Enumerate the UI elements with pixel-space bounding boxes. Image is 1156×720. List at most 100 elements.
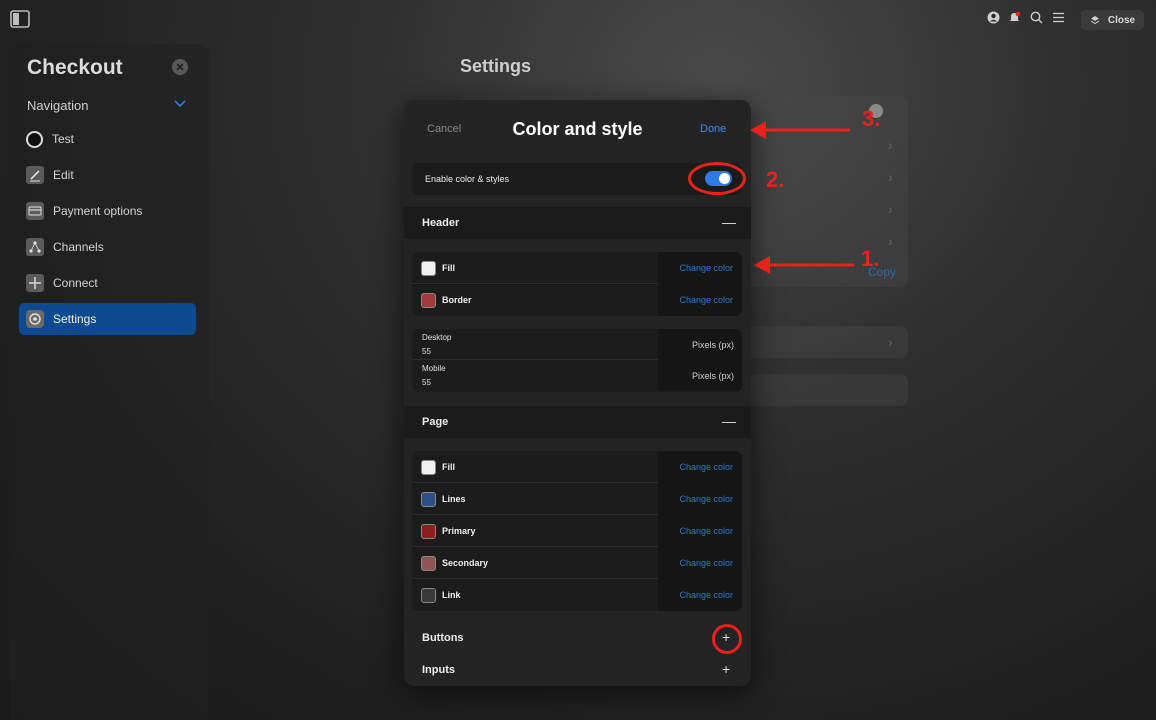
size-label: Desktop [422,333,452,342]
menu-icon[interactable] [1052,11,1065,24]
done-button[interactable]: Done [700,123,726,135]
search-icon[interactable] [1030,11,1043,24]
sidebar-item-edit[interactable]: Edit [19,159,196,191]
color-swatch [421,556,436,571]
account-icon[interactable] [987,11,1000,24]
sidebar: Checkout Navigation Test Edit Payment op… [9,44,209,720]
card-icon [26,202,44,220]
sidebar-item-settings[interactable]: Settings [19,303,196,335]
color-name: Lines [442,494,466,504]
layers-icon [1090,16,1100,25]
page-colors: Fill Change color Lines Change color Pri… [412,451,742,611]
color-row-secondary: Secondary Change color [412,547,742,579]
annotation-circle [688,162,746,195]
section-label: Header [422,217,460,229]
change-color-button[interactable]: Change color [658,483,742,515]
close-icon[interactable] [172,59,188,75]
plus-icon [26,274,44,292]
change-color-label: Change color [679,462,733,472]
chevron-down-icon[interactable] [173,98,187,108]
color-name: Border [442,295,472,305]
change-color-label: Change color [679,558,733,568]
color-name: Link [442,590,461,600]
size-value[interactable]: 55 [422,378,431,387]
edit-icon [26,166,44,184]
color-swatch [421,460,436,475]
chevron-right-icon: › [888,233,893,249]
plus-icon[interactable]: + [722,661,730,677]
enable-label: Enable color & styles [425,174,510,184]
header-colors: Fill Change color Border Change color [412,252,742,316]
sidebar-item-connect[interactable]: Connect [19,267,196,299]
sidebar-item-label: Settings [53,312,97,326]
section-label: Inputs [422,664,455,676]
color-row-lines: Lines Change color [412,483,742,515]
section-label: Buttons [422,632,464,644]
sidebar-item-label: Payment options [53,204,143,218]
minus-icon[interactable]: — [722,214,736,230]
color-swatch [421,588,436,603]
sidebar-item-test[interactable]: Test [19,123,196,155]
change-color-button[interactable]: Change color [658,515,742,547]
page-section[interactable]: Page — [404,406,751,438]
page-title: Settings [460,56,532,76]
color-name: Fill [442,263,455,273]
modal-title: Color and style [512,119,643,139]
annotation-arrow-icon [754,256,854,274]
size-label: Mobile [422,364,446,373]
chevron-right-icon: › [888,334,893,350]
change-color-button[interactable]: Change color [658,579,742,611]
color-row-link: Link Change color [412,579,742,611]
section-label: Page [422,416,449,428]
chevron-right-icon: › [888,169,893,185]
color-swatch [421,524,436,539]
color-row-fill: Fill Change color [412,252,742,284]
size-unit: Pixels (px) [691,371,734,381]
change-color-button[interactable]: Change color [658,451,742,483]
annotation-step-1: 1. [861,246,880,271]
top-bar: Close [0,0,1156,40]
sidebar-toggle-icon[interactable] [10,10,30,28]
minus-icon[interactable]: — [722,413,736,429]
sidebar-item-channels[interactable]: Channels [19,231,196,263]
change-color-label: Change color [679,494,733,504]
change-color-button[interactable]: Change color [658,284,742,316]
size-value[interactable]: 55 [422,347,431,356]
header-section[interactable]: Header — [404,207,751,239]
sidebar-title: Checkout [27,56,123,79]
sidebar-item-payment-options[interactable]: Payment options [19,195,196,227]
size-unit: Pixels (px) [691,340,734,350]
sidebar-item-label: Channels [53,240,104,254]
channels-icon [26,238,44,256]
color-swatch [421,492,436,507]
change-color-label: Change color [679,526,733,536]
change-color-button[interactable]: Change color [658,547,742,579]
notification-icon[interactable] [1008,11,1021,24]
gear-icon [26,310,44,328]
change-color-label: Change color [679,590,733,600]
chevron-right-icon: › [888,201,893,217]
chevron-right-icon: › [888,137,893,153]
color-row-border: Border Change color [412,284,742,316]
close-button[interactable]: Close [1081,10,1144,30]
header-sizes: Desktop 55 Pixels (px) Mobile 55 Pixels … [412,329,742,392]
size-row-mobile[interactable]: Mobile 55 Pixels (px) [412,360,742,391]
annotation-arrow-icon [750,121,850,139]
annotation-step-2: 2. [766,167,785,192]
sidebar-item-label: Test [52,132,75,146]
change-color-button[interactable]: Change color [658,252,742,284]
color-name: Primary [442,526,476,536]
close-label: Close [1107,14,1136,26]
change-color-label: Change color [679,295,733,305]
color-swatch [421,261,436,276]
color-name: Secondary [442,558,489,568]
annotation-step-3: 3. [862,106,881,131]
sidebar-item-label: Edit [53,168,74,182]
change-color-label: Change color [679,263,733,273]
size-row-desktop[interactable]: Desktop 55 Pixels (px) [412,329,742,360]
navigation-label: Navigation [27,98,89,113]
color-row-primary: Primary Change color [412,515,742,547]
sidebar-item-label: Connect [53,276,98,290]
color-row-fill: Fill Change color [412,451,742,483]
annotation-circle [712,624,742,654]
